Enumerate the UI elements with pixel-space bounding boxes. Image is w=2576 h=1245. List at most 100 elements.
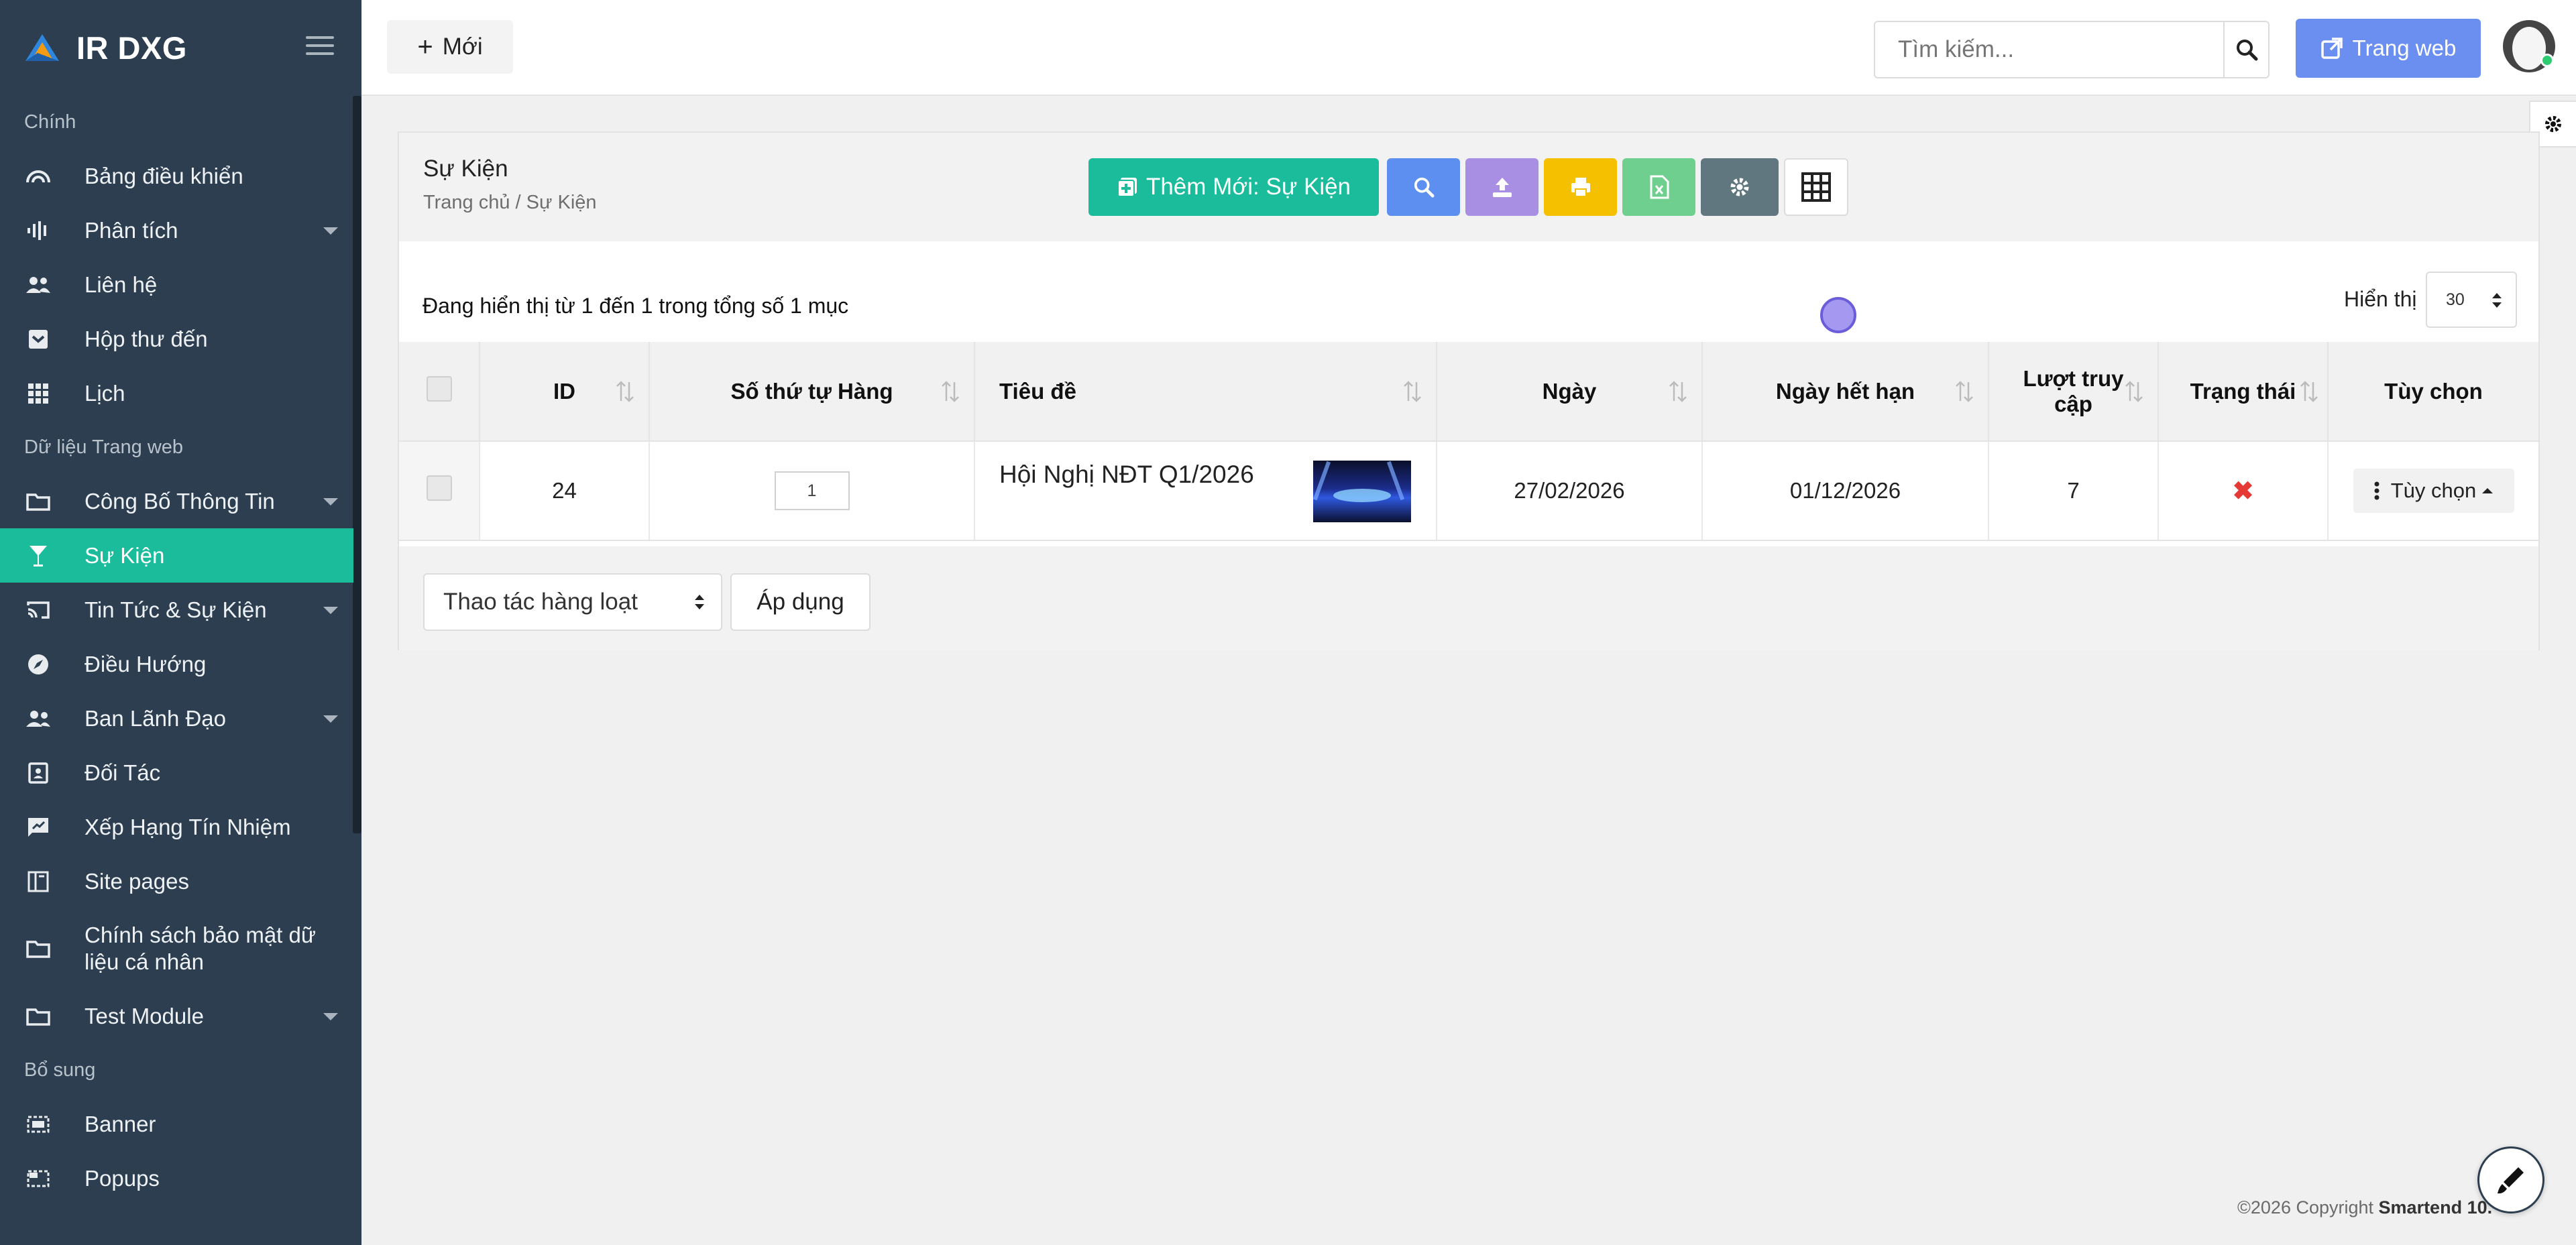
select-all-cell bbox=[399, 342, 480, 441]
bulk-action-select[interactable]: Thao tác hàng loạt bbox=[423, 573, 722, 631]
sidebar-item-navigation[interactable]: Điều Hướng bbox=[0, 637, 361, 691]
plus-icon: + bbox=[417, 32, 433, 62]
row-title[interactable]: Hội Nghị NĐT Q1/2026 bbox=[999, 461, 1254, 489]
sort-icon bbox=[2125, 380, 2143, 402]
search-tool-button[interactable] bbox=[1387, 158, 1460, 216]
chevron-down-icon bbox=[323, 497, 338, 506]
sidebar-item-label: Sự Kiện bbox=[85, 542, 165, 568]
sidebar-item-site-pages[interactable]: Site pages bbox=[0, 854, 361, 908]
upload-icon bbox=[1492, 178, 1512, 197]
event-thumbnail bbox=[1313, 461, 1411, 522]
folder-icon bbox=[24, 1002, 52, 1030]
copyright: ©2026 Copyright Smartend 10. bbox=[2237, 1197, 2492, 1218]
brand-name: IR DXG bbox=[76, 29, 187, 66]
panel-body: Đang hiển thị từ 1 đến 1 trong tổng số 1… bbox=[399, 241, 2538, 546]
sidebar-item-test-module[interactable]: Test Module bbox=[0, 989, 361, 1043]
column-header-label: Trạng thái bbox=[2190, 378, 2296, 404]
sidebar-item-calendar[interactable]: Lịch bbox=[0, 366, 361, 420]
dashboard-icon bbox=[24, 162, 52, 190]
print-button[interactable] bbox=[1544, 158, 1617, 216]
add-event-button[interactable]: Thêm Mới: Sự Kiện bbox=[1088, 158, 1379, 216]
topbar: + Mới Trang web bbox=[361, 0, 2576, 96]
row-order-input[interactable] bbox=[774, 471, 850, 510]
sidebar-item-credit-rating[interactable]: Xếp Hạng Tín Nhiệm bbox=[0, 800, 361, 854]
search-icon bbox=[1414, 177, 1435, 198]
table-summary: Đang hiển thị từ 1 đến 1 trong tổng số 1… bbox=[423, 294, 849, 318]
row-views: 7 bbox=[1989, 440, 2159, 541]
column-header-expiry[interactable]: Ngày hết hạn bbox=[1702, 342, 1989, 441]
apply-button[interactable]: Áp dụng bbox=[730, 573, 871, 631]
menu-toggle-icon[interactable] bbox=[306, 36, 334, 58]
row-order-cell bbox=[649, 440, 975, 541]
inactive-status-icon[interactable]: ✖ bbox=[2233, 477, 2254, 506]
sidebar-item-news[interactable]: Tin Tức & Sự Kiện bbox=[0, 583, 361, 637]
sidebar-item-label: Liên hệ bbox=[85, 272, 158, 297]
chevron-down-icon bbox=[323, 1012, 338, 1020]
sidebar-item-banner[interactable]: Banner bbox=[0, 1097, 361, 1151]
contacts-icon bbox=[24, 271, 52, 299]
table-row[interactable]: 24 Hội Nghị NĐT Q1/2026 27/02/2026 01/12… bbox=[399, 440, 2538, 541]
row-options-button[interactable]: Tùy chọn bbox=[2353, 469, 2514, 513]
sidebar-item-events[interactable]: Sự Kiện bbox=[0, 528, 353, 583]
sidebar-item-analytics[interactable]: Phân tích bbox=[0, 203, 361, 257]
sidebar-item-disclosure[interactable]: Công Bố Thông Tin bbox=[0, 474, 361, 528]
select-all-checkbox[interactable] bbox=[426, 375, 452, 402]
online-status-icon bbox=[2540, 54, 2554, 67]
sidebar-item-partners[interactable]: Đối Tác bbox=[0, 746, 361, 800]
edit-brush-icon bbox=[2498, 1167, 2524, 1194]
breadcrumb[interactable]: Trang chủ / Sự Kiện bbox=[423, 192, 597, 214]
cursor-indicator bbox=[1820, 297, 1856, 333]
print-icon bbox=[1571, 178, 1590, 197]
sidebar-item-dashboard[interactable]: Bảng điều khiển bbox=[0, 149, 361, 203]
column-header-title[interactable]: Tiêu đề bbox=[974, 342, 1437, 441]
chevron-down-icon bbox=[323, 227, 338, 235]
search-icon bbox=[2236, 40, 2257, 61]
search-input[interactable] bbox=[1875, 22, 2223, 77]
column-header-label: Tùy chọn bbox=[2384, 378, 2483, 404]
sidebar-item-label: Popups bbox=[85, 1165, 160, 1191]
row-options-label: Tùy chọn bbox=[2390, 479, 2477, 502]
columns-toggle-button[interactable] bbox=[1784, 158, 1848, 216]
column-header-order[interactable]: Số thứ tự Hàng bbox=[649, 342, 975, 441]
sidebar-item-leadership[interactable]: Ban Lãnh Đạo bbox=[0, 691, 361, 746]
sidebar-item-label: Lịch bbox=[85, 380, 125, 406]
column-header-label: cập bbox=[2054, 391, 2092, 416]
row-select-cell bbox=[399, 440, 480, 541]
people-icon bbox=[24, 705, 52, 733]
column-header-label: Ngày bbox=[1542, 378, 1597, 404]
column-header-views[interactable]: Lượt truy cập bbox=[1989, 342, 2159, 441]
column-header-label: Tiêu đề bbox=[999, 378, 1076, 404]
export-excel-button[interactable] bbox=[1622, 158, 1695, 216]
sidebar-item-contacts[interactable]: Liên hệ bbox=[0, 257, 361, 312]
column-header-label: Ngày hết hạn bbox=[1775, 378, 1915, 404]
table-header-row: ID Số thứ tự Hàng Tiêu đề Ngày Ngày hết … bbox=[399, 342, 2538, 441]
row-title-cell[interactable]: Hội Nghị NĐT Q1/2026 bbox=[974, 440, 1437, 541]
floating-action-button[interactable] bbox=[2477, 1146, 2544, 1213]
new-button[interactable]: + Mới bbox=[387, 20, 513, 74]
import-button[interactable] bbox=[1465, 158, 1538, 216]
sort-icon bbox=[942, 380, 959, 402]
per-page-label: Hiển thị bbox=[2344, 287, 2417, 311]
table-grid-icon bbox=[1801, 172, 1831, 202]
column-header-status[interactable]: Trạng thái bbox=[2158, 342, 2329, 441]
copyright-company: Smartend 10. bbox=[2378, 1197, 2493, 1218]
settings-button[interactable] bbox=[1701, 158, 1779, 216]
sidebar-item-popups[interactable]: Popups bbox=[0, 1151, 361, 1205]
search-button[interactable] bbox=[2223, 22, 2268, 77]
column-header-date[interactable]: Ngày bbox=[1437, 342, 1703, 441]
sidebar-item-inbox[interactable]: Hộp thư đến bbox=[0, 312, 361, 366]
column-header-label: Số thứ tự Hàng bbox=[730, 378, 893, 404]
sidebar-item-label: Phân tích bbox=[85, 217, 178, 243]
column-header-label: Lượt truy bbox=[2023, 365, 2124, 391]
website-button[interactable]: Trang web bbox=[2296, 19, 2481, 78]
per-page-select[interactable]: 30 bbox=[2426, 272, 2517, 328]
pages-icon bbox=[24, 868, 52, 896]
external-link-icon bbox=[2320, 38, 2343, 59]
column-header-label: ID bbox=[553, 378, 575, 404]
sidebar-item-privacy-policy[interactable]: Chính sách bảo mật dữ liệu cá nhân bbox=[0, 908, 361, 989]
add-event-label: Thêm Mới: Sự Kiện bbox=[1145, 174, 1351, 200]
sidebar-section-title: Dữ liệu Trang web bbox=[24, 436, 184, 458]
column-header-id[interactable]: ID bbox=[480, 342, 650, 441]
row-checkbox[interactable] bbox=[426, 475, 452, 501]
popup-icon bbox=[24, 1165, 52, 1193]
